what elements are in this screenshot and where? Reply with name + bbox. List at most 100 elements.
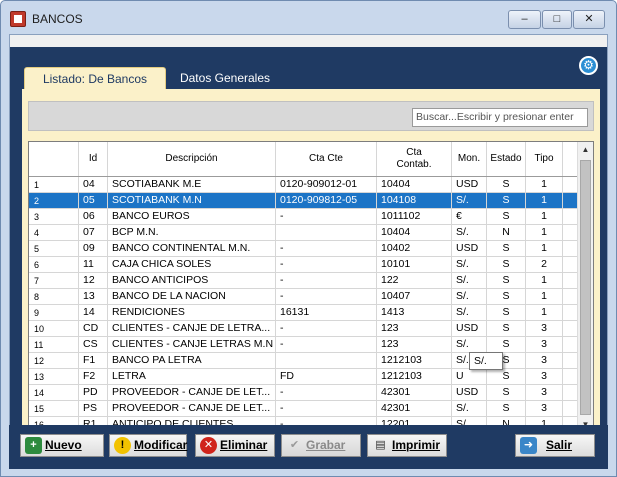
id-cell[interactable]: 13 bbox=[79, 289, 108, 304]
estado-cell[interactable]: S bbox=[487, 209, 526, 224]
cta-contab-cell[interactable]: 10402 bbox=[377, 241, 452, 256]
descripcion-cell[interactable]: BANCO ANTICIPOS bbox=[108, 273, 276, 288]
table-row[interactable]: 7 12 BANCO ANTICIPOS -122 S/. S 1 bbox=[29, 273, 578, 289]
mon-cell[interactable]: USD bbox=[452, 241, 487, 256]
descripcion-cell[interactable]: PROVEEDOR - CANJE DE LET... bbox=[108, 401, 276, 416]
cta-contab-cell[interactable]: 10407 bbox=[377, 289, 452, 304]
descripcion-cell[interactable]: BANCO PA LETRA bbox=[108, 353, 276, 368]
row-number-cell[interactable]: 5 bbox=[29, 241, 79, 256]
cta-cte-cell[interactable]: - bbox=[276, 209, 377, 224]
minimize-button[interactable]: – bbox=[508, 10, 541, 29]
id-cell[interactable]: PS bbox=[79, 401, 108, 416]
cta-cte-cell[interactable]: - bbox=[276, 385, 377, 400]
cta-cte-cell[interactable]: - bbox=[276, 321, 377, 336]
row-number-cell[interactable]: 8 bbox=[29, 289, 79, 304]
cta-contab-cell[interactable]: 10404 bbox=[377, 225, 452, 240]
id-cell[interactable]: 09 bbox=[79, 241, 108, 256]
table-row[interactable]: 8 13 BANCO DE LA NACION -10407 S/. S 1 bbox=[29, 289, 578, 305]
estado-cell[interactable]: S bbox=[487, 337, 526, 352]
table-row[interactable]: 15 PS PROVEEDOR - CANJE DE LET... -42301 S/.… bbox=[29, 401, 578, 417]
row-number-cell[interactable]: 6 bbox=[29, 257, 79, 272]
cta-cte-cell[interactable] bbox=[276, 353, 377, 368]
descripcion-cell[interactable]: SCOTIABANK M.E bbox=[108, 177, 276, 192]
cta-contab-cell[interactable]: 1212103 bbox=[377, 369, 452, 384]
descripcion-cell[interactable]: CAJA CHICA SOLES bbox=[108, 257, 276, 272]
cta-contab-cell[interactable]: 1413 bbox=[377, 305, 452, 320]
tipo-cell[interactable]: 2 bbox=[526, 257, 563, 272]
header-id[interactable]: Id bbox=[79, 142, 108, 176]
row-number-cell[interactable]: 14 bbox=[29, 385, 79, 400]
descripcion-cell[interactable]: BANCO EUROS bbox=[108, 209, 276, 224]
row-number-cell[interactable]: 1 bbox=[29, 177, 79, 192]
id-cell[interactable]: CD bbox=[79, 321, 108, 336]
cta-cte-cell[interactable]: - bbox=[276, 273, 377, 288]
estado-cell[interactable]: S bbox=[487, 369, 526, 384]
descripcion-cell[interactable]: SCOTIABANK M.N bbox=[108, 193, 276, 208]
header-tipo[interactable]: Tipo bbox=[526, 142, 563, 176]
tipo-cell[interactable]: 1 bbox=[526, 177, 563, 192]
tab-datos-generales[interactable]: Datos Generales bbox=[170, 67, 280, 89]
estado-cell[interactable]: N bbox=[487, 225, 526, 240]
table-row[interactable]: 13 F2 LETRA FD 1212103 U S 3 bbox=[29, 369, 578, 385]
cta-cte-cell[interactable]: - bbox=[276, 257, 377, 272]
table-row[interactable]: 14 PD PROVEEDOR - CANJE DE LET... -42301 USD… bbox=[29, 385, 578, 401]
estado-cell[interactable]: S bbox=[487, 193, 526, 208]
cta-cte-cell[interactable]: - bbox=[276, 337, 377, 352]
cta-contab-cell[interactable]: 104108 bbox=[377, 193, 452, 208]
tipo-cell[interactable]: 3 bbox=[526, 337, 563, 352]
descripcion-cell[interactable]: CLIENTES - CANJE DE LETRA... bbox=[108, 321, 276, 336]
table-row[interactable]: 9 14 RENDICIONES 16131 1413 S/. S 1 bbox=[29, 305, 578, 321]
tipo-cell[interactable]: 1 bbox=[526, 225, 563, 240]
cta-contab-cell[interactable]: 42301 bbox=[377, 385, 452, 400]
cta-contab-cell[interactable]: 1011102 bbox=[377, 209, 452, 224]
id-cell[interactable]: 11 bbox=[79, 257, 108, 272]
estado-cell[interactable]: S bbox=[487, 385, 526, 400]
cta-cte-cell[interactable]: - bbox=[276, 289, 377, 304]
mon-cell[interactable]: USD bbox=[452, 321, 487, 336]
cta-cte-cell[interactable]: 16131 bbox=[276, 305, 377, 320]
gear-icon[interactable]: ⚙ bbox=[579, 56, 598, 75]
row-number-cell[interactable]: 3 bbox=[29, 209, 79, 224]
cta-contab-cell[interactable]: 10404 bbox=[377, 177, 452, 192]
table-row[interactable]: 11 CS CLIENTES - CANJE LETRAS M.N -123 S/. S 3 bbox=[29, 337, 578, 353]
table-row[interactable]: 5 09 BANCO CONTINENTAL M.N. -10402 USD S 1 bbox=[29, 241, 578, 257]
estado-cell[interactable]: S bbox=[487, 273, 526, 288]
estado-cell[interactable]: S bbox=[487, 289, 526, 304]
estado-cell[interactable]: S bbox=[487, 241, 526, 256]
tipo-cell[interactable]: 1 bbox=[526, 241, 563, 256]
grabar-button[interactable]: ✔ Grabar bbox=[281, 434, 361, 457]
id-cell[interactable]: 12 bbox=[79, 273, 108, 288]
table-row[interactable]: 4 07 BCP M.N. 10404 S/. N 1 bbox=[29, 225, 578, 241]
descripcion-cell[interactable]: BANCO DE LA NACION bbox=[108, 289, 276, 304]
table-row[interactable]: 3 06 BANCO EUROS -1011102 € S 1 bbox=[29, 209, 578, 225]
mon-cell[interactable]: S/. bbox=[452, 337, 487, 352]
tipo-cell[interactable]: 1 bbox=[526, 305, 563, 320]
mon-cell[interactable]: S/. bbox=[452, 273, 487, 288]
id-cell[interactable]: 06 bbox=[79, 209, 108, 224]
tipo-cell[interactable]: 1 bbox=[526, 273, 563, 288]
cta-contab-cell[interactable]: 1212103 bbox=[377, 353, 452, 368]
cta-cte-cell[interactable]: - bbox=[276, 241, 377, 256]
row-number-cell[interactable]: 2 bbox=[29, 193, 79, 208]
id-cell[interactable]: F1 bbox=[79, 353, 108, 368]
row-number-cell[interactable]: 10 bbox=[29, 321, 79, 336]
id-cell[interactable]: F2 bbox=[79, 369, 108, 384]
descripcion-cell[interactable]: PROVEEDOR - CANJE DE LET... bbox=[108, 385, 276, 400]
cta-cte-cell[interactable] bbox=[276, 225, 377, 240]
tipo-cell[interactable]: 1 bbox=[526, 289, 563, 304]
tipo-cell[interactable]: 3 bbox=[526, 385, 563, 400]
table-row[interactable]: 1 04 SCOTIABANK M.E 0120-909012-01 10404 USD S… bbox=[29, 177, 578, 193]
row-number-cell[interactable]: 15 bbox=[29, 401, 79, 416]
mon-cell[interactable]: S/. bbox=[452, 225, 487, 240]
salir-button[interactable]: ➜ Salir bbox=[515, 434, 595, 457]
cta-cte-cell[interactable]: FD bbox=[276, 369, 377, 384]
scroll-thumb[interactable] bbox=[580, 160, 591, 415]
row-number-cell[interactable]: 13 bbox=[29, 369, 79, 384]
mon-cell[interactable]: S/. bbox=[452, 193, 487, 208]
tipo-cell[interactable]: 1 bbox=[526, 209, 563, 224]
mon-cell[interactable]: U bbox=[452, 369, 487, 384]
cta-cte-cell[interactable]: 0120-909812-05 bbox=[276, 193, 377, 208]
header-mon[interactable]: Mon. bbox=[452, 142, 487, 176]
estado-cell[interactable]: S bbox=[487, 257, 526, 272]
nuevo-button[interactable]: + Nuevo bbox=[20, 434, 104, 457]
